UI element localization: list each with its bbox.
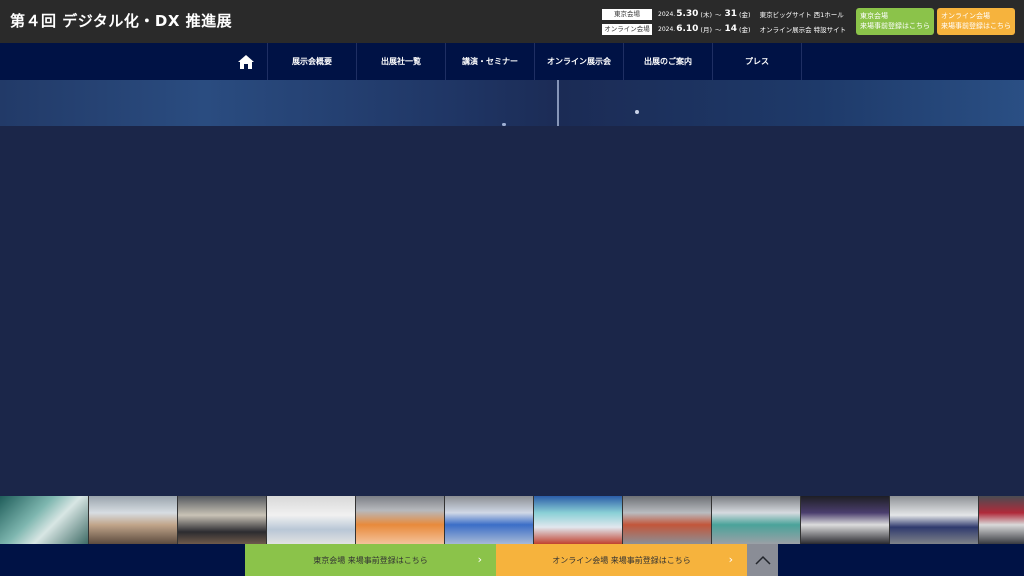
online-place: オンライン展示会 特設サイト <box>759 26 847 34</box>
footer-tokyo-register-label: 東京会場 来場事前登録はこちら <box>313 555 428 565</box>
hero-light-line <box>557 80 559 126</box>
tokyo-date-separator: ～ <box>714 11 722 19</box>
online-year: 2024. <box>658 25 676 33</box>
tokyo-venue-tag: 東京会場 <box>602 8 652 20</box>
exhibition-photo <box>445 496 534 544</box>
exhibition-photo <box>178 496 267 544</box>
online-register-button[interactable]: オンライン会場 来場事前登録はこちら <box>937 8 1015 35</box>
footer-online-register-button[interactable]: オンライン会場 来場事前登録はこちら › <box>496 544 747 576</box>
tokyo-start-date: 5.30 <box>676 9 699 19</box>
nav-item-overview[interactable]: 展示会概要 <box>268 43 357 80</box>
exhibition-photo <box>890 496 979 544</box>
online-start-date: 6.10 <box>676 24 699 34</box>
nav-item-exhibitors[interactable]: 出展社一覧 <box>357 43 446 80</box>
nav-list: 展示会概要 出展社一覧 講演・セミナー オンライン展示会 出展のご案内 プレス <box>224 43 802 80</box>
nav-item-press[interactable]: プレス <box>713 43 802 80</box>
main-content-area <box>0 126 1024 496</box>
tokyo-register-line1: 東京会場 <box>860 12 888 20</box>
tokyo-end-day: (金) <box>739 11 751 19</box>
exhibition-photo <box>979 496 1024 544</box>
home-icon <box>237 54 254 69</box>
tokyo-date-row: 東京会場 2024. 5.30 (木) ～ 31 (金) 東京ビッグサイト 西1… <box>602 8 844 20</box>
footer-tokyo-register-button[interactable]: 東京会場 来場事前登録はこちら › <box>245 544 496 576</box>
site-title[interactable]: 第４回 デジタル化・DX 推進展 <box>10 10 232 31</box>
nav-item-online-exhibition[interactable]: オンライン展示会 <box>535 43 624 80</box>
photo-strip <box>0 496 1024 544</box>
exhibition-photo <box>356 496 445 544</box>
tokyo-start-day: (木) <box>700 11 712 19</box>
tokyo-end-date: 31 <box>724 9 738 19</box>
exhibition-photo <box>712 496 801 544</box>
online-register-line1: オンライン会場 <box>941 12 990 20</box>
header: 第４回 デジタル化・DX 推進展 東京会場 2024. 5.30 (木) ～ 3… <box>0 0 1024 43</box>
tokyo-register-line2: 来場事前登録はこちら <box>860 22 930 30</box>
hero-image <box>0 80 1024 126</box>
tokyo-place: 東京ビッグサイト 西1ホール <box>759 11 844 19</box>
footer-online-register-label: オンライン会場 来場事前登録はこちら <box>552 555 691 565</box>
exhibition-photo <box>534 496 623 544</box>
exhibition-photo <box>801 496 890 544</box>
chevron-right-icon: › <box>728 553 733 566</box>
online-start-day: (月) <box>700 26 712 34</box>
online-end-day: (金) <box>739 26 751 34</box>
back-to-top-button[interactable] <box>747 544 778 576</box>
footer-bar: 東京会場 来場事前登録はこちら › オンライン会場 来場事前登録はこちら › <box>0 544 1024 576</box>
exhibition-photo <box>89 496 178 544</box>
online-venue-tag: オンライン会場 <box>602 23 652 35</box>
exhibition-photo <box>623 496 712 544</box>
main-nav: 展示会概要 出展社一覧 講演・セミナー オンライン展示会 出展のご案内 プレス <box>0 43 1024 80</box>
chevron-up-icon <box>754 555 771 565</box>
nav-item-seminars[interactable]: 講演・セミナー <box>446 43 535 80</box>
chevron-right-icon: › <box>477 553 482 566</box>
online-end-date: 14 <box>724 24 738 34</box>
online-date-separator: ～ <box>714 26 722 34</box>
exhibition-photo <box>0 496 89 544</box>
nav-item-exhibit-guide[interactable]: 出展のご案内 <box>624 43 713 80</box>
online-date-row: オンライン会場 2024. 6.10 (月) ～ 14 (金) オンライン展示会… <box>602 23 846 35</box>
nav-home[interactable] <box>224 43 268 80</box>
tokyo-register-button[interactable]: 東京会場 来場事前登録はこちら <box>856 8 934 35</box>
online-register-line2: 来場事前登録はこちら <box>941 22 1011 30</box>
tokyo-year: 2024. <box>658 10 676 18</box>
exhibition-photo <box>267 496 356 544</box>
hero-light-dot <box>635 110 639 114</box>
